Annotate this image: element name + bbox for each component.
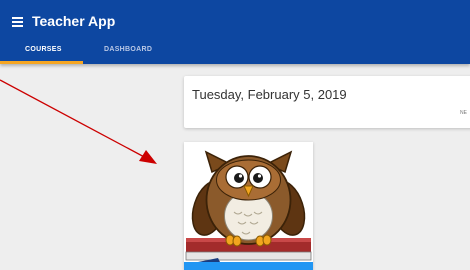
hamburger-menu-icon[interactable] bbox=[12, 17, 23, 27]
date-heading: Tuesday, February 5, 2019 bbox=[192, 87, 347, 102]
selected-tab-indicator bbox=[0, 61, 83, 64]
date-card: Tuesday, February 5, 2019 NE bbox=[184, 76, 470, 128]
owl-on-book-icon bbox=[185, 150, 312, 262]
course-card[interactable] bbox=[184, 142, 313, 270]
tab-courses[interactable]: COURSES bbox=[25, 46, 62, 53]
app-bar: Teacher App COURSES DASHBOARD bbox=[0, 0, 470, 64]
app-title: Teacher App bbox=[32, 13, 116, 29]
card-action-button[interactable]: NE bbox=[460, 110, 467, 116]
course-card-footer-strip bbox=[184, 262, 313, 270]
tab-dashboard[interactable]: DASHBOARD bbox=[104, 46, 152, 53]
